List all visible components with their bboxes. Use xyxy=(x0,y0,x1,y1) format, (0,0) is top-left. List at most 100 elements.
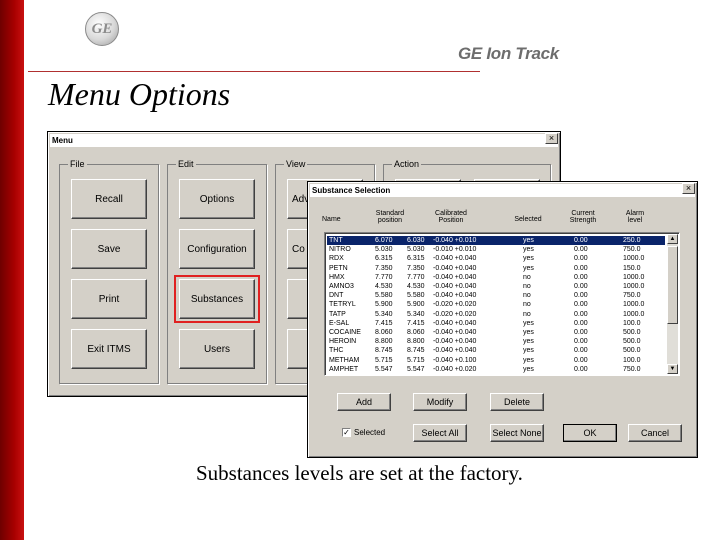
substance-row[interactable]: TNT 6.070 6.030 -0.040 +0.010 yes 0.00 250.0 xyxy=(327,236,665,245)
substance-cell-window: -0.040 +0.040 xyxy=(433,283,477,290)
add-button[interactable]: Add xyxy=(337,393,391,411)
substance-cell-calibrated: 5.715 xyxy=(407,356,425,364)
substance-row[interactable]: PETN 7.350 7.350 -0.040 +0.040 yes 0.00 150.0 xyxy=(327,264,665,273)
substance-cell-selected: no xyxy=(523,310,531,318)
substance-cell-calibrated: 8.060 xyxy=(407,329,425,336)
slide-caption: Substances levels are set at the factory… xyxy=(196,461,523,485)
substance-cell-alarm: 1000.0 xyxy=(623,301,645,309)
scroll-up-arrow-icon[interactable]: ▲ xyxy=(667,234,678,244)
substance-row[interactable]: NITRO 5.030 5.030 -0.010 +0.010 yes 0.00 750.0 xyxy=(327,245,665,254)
substance-row[interactable]: DNT 5.580 5.580 -0.040 +0.040 no 0.00 750.0 xyxy=(327,291,665,300)
action-group-label: Action xyxy=(392,159,422,169)
substance-cell-alarm: 500.0 xyxy=(623,338,641,346)
select-none-button[interactable]: Select None xyxy=(490,424,544,442)
substance-cell-alarm: 750.0 xyxy=(623,292,641,300)
scroll-down-arrow-icon[interactable]: ▼ xyxy=(667,364,678,374)
menu-close-button[interactable]: × xyxy=(545,133,558,144)
substance-cell-selected: no xyxy=(523,301,531,309)
substance-row[interactable]: HMX 7.770 7.770 -0.040 +0.040 no 0.00 1000.0 xyxy=(327,273,665,282)
exit-itms-button[interactable]: Exit ITMS xyxy=(71,329,147,369)
file-group-label: File xyxy=(68,159,87,169)
substance-cell-window: -0.040 +0.040 xyxy=(433,338,477,346)
recall-button[interactable]: Recall xyxy=(71,179,147,219)
users-button[interactable]: Users xyxy=(179,329,255,369)
column-header-calibrated-position: Calibrated Position xyxy=(435,210,467,224)
substance-cell-strength: 0.00 xyxy=(574,365,588,373)
substance-cell-calibrated: 5.580 xyxy=(407,292,425,300)
ge-logo: GE xyxy=(85,12,119,46)
substance-cell-name: AMPHET xyxy=(329,365,359,373)
substance-row[interactable]: RDX 6.315 6.315 -0.040 +0.040 yes 0.00 1000.0 xyxy=(327,254,665,263)
substance-cell-standard: 8.060 xyxy=(375,329,393,336)
substance-cell-strength: 0.00 xyxy=(574,338,588,346)
substance-cell-name: AMNO3 xyxy=(329,283,354,290)
substance-cell-selected: yes xyxy=(523,356,534,364)
substance-cell-strength: 0.00 xyxy=(574,301,588,309)
substance-cell-name: TETRYL xyxy=(329,301,356,309)
substance-cell-name: HEROIN xyxy=(329,338,357,346)
substance-cell-window: -0.040 +0.040 xyxy=(433,264,477,272)
cancel-button[interactable]: Cancel xyxy=(628,424,682,442)
substance-cell-alarm: 100.0 xyxy=(623,319,641,327)
edit-group-label: Edit xyxy=(176,159,196,169)
substance-cell-calibrated: 6.030 xyxy=(407,237,425,244)
modify-button[interactable]: Modify xyxy=(413,393,467,411)
print-button[interactable]: Print xyxy=(71,279,147,319)
substance-dialog-title: Substance Selection xyxy=(310,184,695,197)
substance-cell-window: -0.040 +0.040 xyxy=(433,255,477,263)
column-header-selected: Selected xyxy=(514,216,542,223)
substance-row[interactable]: TETRYL 5.900 5.900 -0.020 +0.020 no 0.00 1000.… xyxy=(327,300,665,309)
substance-cell-selected: yes xyxy=(523,264,534,272)
substance-cell-alarm: 1000.0 xyxy=(623,273,645,281)
substance-row[interactable]: AMNO3 4.530 4.530 -0.040 +0.040 no 0.00 1000.0 xyxy=(327,282,665,291)
ok-button[interactable]: OK xyxy=(563,424,617,442)
substance-cell-window: -0.040 +0.040 xyxy=(433,319,477,327)
substance-row[interactable]: AMPHET 5.547 5.547 -0.040 +0.020 yes 0.00 750.… xyxy=(327,365,665,374)
substance-cell-standard: 7.415 xyxy=(375,319,393,327)
substance-cell-selected: yes xyxy=(523,246,534,254)
substance-row[interactable]: HEROIN 8.800 8.800 -0.040 +0.040 yes 0.00 500.… xyxy=(327,337,665,346)
substance-cell-calibrated: 8.800 xyxy=(407,338,425,346)
substance-cell-selected: yes xyxy=(523,365,534,373)
substance-cell-window: -0.040 +0.040 xyxy=(433,347,477,355)
substance-cell-alarm: 250.0 xyxy=(623,237,641,244)
substance-cell-standard: 5.900 xyxy=(375,301,393,309)
substance-cell-alarm: 500.0 xyxy=(623,329,641,336)
substance-cell-standard: 6.070 xyxy=(375,237,393,244)
substance-cell-name: COCAINE xyxy=(329,329,361,336)
substance-cell-strength: 0.00 xyxy=(574,347,588,355)
substance-row[interactable]: COCAINE 8.060 8.060 -0.040 +0.040 yes 0.00 500… xyxy=(327,328,665,337)
column-header-name: Name xyxy=(322,216,341,223)
substance-cell-calibrated: 6.315 xyxy=(407,255,425,263)
substance-dialog-close-button[interactable]: × xyxy=(682,183,695,194)
substance-cell-standard: 5.715 xyxy=(375,356,393,364)
substance-cell-standard: 8.745 xyxy=(375,347,393,355)
substance-cell-alarm: 500.0 xyxy=(623,347,641,355)
substance-row[interactable]: TATP 5.340 5.340 -0.020 +0.020 no 0.00 1000.0 xyxy=(327,310,665,319)
options-button[interactable]: Options xyxy=(179,179,255,219)
save-button[interactable]: Save xyxy=(71,229,147,269)
substance-cell-calibrated: 5.547 xyxy=(407,365,425,373)
scroll-thumb[interactable] xyxy=(667,246,678,324)
substance-selection-dialog: Substance Selection × Name Standard posi… xyxy=(307,181,698,458)
substance-cell-strength: 0.00 xyxy=(574,283,588,290)
substance-row[interactable]: E-SAL 7.415 7.415 -0.040 +0.040 yes 0.00 100.0 xyxy=(327,319,665,328)
select-all-button[interactable]: Select All xyxy=(413,424,467,442)
column-header-standard-position: Standard position xyxy=(375,210,405,224)
edit-group: Edit Options Configuration Substances Us… xyxy=(167,159,267,384)
delete-button[interactable]: Delete xyxy=(490,393,544,411)
substance-cell-standard: 6.315 xyxy=(375,255,393,263)
substance-row[interactable]: THC 8.745 8.745 -0.040 +0.040 yes 0.00 500.0 xyxy=(327,346,665,355)
substance-list[interactable]: TNT 6.070 6.030 -0.040 +0.010 yes 0.00 250.0 NI… xyxy=(324,232,680,376)
substance-cell-calibrated: 7.350 xyxy=(407,264,425,272)
substance-cell-calibrated: 5.030 xyxy=(407,246,425,254)
substance-cell-standard: 5.340 xyxy=(375,310,393,318)
substance-cell-alarm: 750.0 xyxy=(623,246,641,254)
selected-checkbox[interactable]: ✓ xyxy=(342,428,351,437)
substance-list-scrollbar[interactable]: ▲ ▼ xyxy=(667,234,678,374)
substance-cell-window: -0.040 +0.100 xyxy=(433,356,477,364)
substance-cell-selected: yes xyxy=(523,347,534,355)
substance-row[interactable]: METHAM 5.715 5.715 -0.040 +0.100 yes 0.00 100.… xyxy=(327,356,665,365)
configuration-button[interactable]: Configuration xyxy=(179,229,255,269)
substance-cell-selected: yes xyxy=(523,319,534,327)
